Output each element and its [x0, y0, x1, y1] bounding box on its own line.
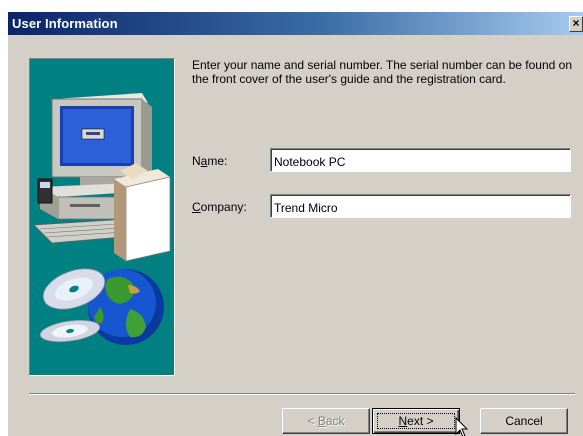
window-title: User Information [12, 16, 118, 31]
title-bar[interactable]: User Information × [8, 12, 583, 35]
cancel-button[interactable]: Cancel [480, 408, 568, 434]
mouse-cursor-icon [455, 417, 469, 436]
user-information-dialog: User Information × Enter your name and s… [8, 12, 583, 436]
computer-illustration [33, 93, 171, 345]
name-input[interactable] [270, 148, 571, 172]
instructions-text: Enter your name and serial number. The s… [192, 58, 573, 86]
name-label: Name: [192, 154, 228, 168]
company-input[interactable] [270, 194, 571, 218]
company-label: Company: [192, 200, 247, 214]
next-button[interactable]: Next > [372, 408, 460, 434]
button-separator [29, 393, 575, 395]
back-button[interactable]: < Back [282, 408, 370, 434]
close-icon: × [572, 16, 580, 30]
close-button[interactable]: × [569, 16, 583, 32]
setup-illustration-panel [29, 58, 175, 376]
